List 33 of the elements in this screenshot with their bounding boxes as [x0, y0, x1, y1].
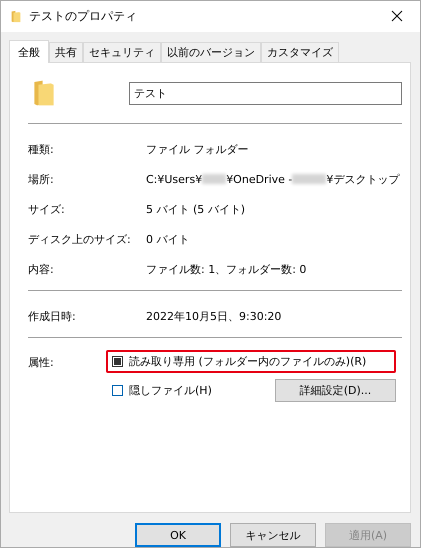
tab[interactable]: 以前のバージョン: [161, 42, 261, 62]
property-value: ¥OneDrive -: [226, 172, 292, 186]
property-value: ファイル数: 1、フォルダー数: 0: [146, 262, 306, 276]
redaction-blur: [202, 174, 226, 184]
name-field[interactable]: テスト: [129, 82, 402, 104]
dialog-button[interactable]: OK: [135, 523, 221, 547]
dialog-button[interactable]: キャンセル: [230, 523, 316, 547]
property-value: 5 バイト (5 バイト): [146, 202, 246, 216]
property-label: 場所:: [28, 172, 55, 186]
created-value: 2022年10月5日、9:30:20: [146, 308, 282, 324]
checkbox[interactable]: 隠しファイル(H): [106, 379, 218, 402]
property-value: 0 バイト: [146, 232, 190, 246]
redaction-blur: [292, 174, 326, 184]
advanced-button[interactable]: 詳細設定(D)...: [275, 379, 396, 402]
property-value: ¥デスクトップ: [326, 172, 400, 186]
tab[interactable]: 全般: [9, 40, 49, 63]
checkbox-square[interactable]: [112, 385, 123, 396]
property-value: C:¥Users¥: [146, 172, 202, 186]
tab[interactable]: 共有: [49, 42, 83, 62]
folder-icon: [11, 10, 21, 23]
property-label: サイズ:: [28, 202, 66, 216]
folder-icon: [33, 78, 55, 108]
created-label: 作成日時:: [28, 308, 77, 324]
property-label: 種類:: [28, 142, 55, 156]
checkbox-square[interactable]: [112, 356, 123, 367]
property-label: 内容:: [28, 262, 55, 276]
property-value: ファイル フォルダー: [146, 142, 248, 156]
property-label: ディスク上のサイズ:: [28, 232, 132, 246]
attributes-label: 属性:: [28, 355, 55, 371]
window-title: テストのプロパティ: [29, 8, 138, 25]
highlighted-checkbox[interactable]: 読み取り専用 (フォルダー内のファイルのみ)(R): [106, 350, 396, 373]
tab[interactable]: セキュリティ: [83, 42, 161, 62]
tab[interactable]: カスタマイズ: [261, 42, 339, 62]
